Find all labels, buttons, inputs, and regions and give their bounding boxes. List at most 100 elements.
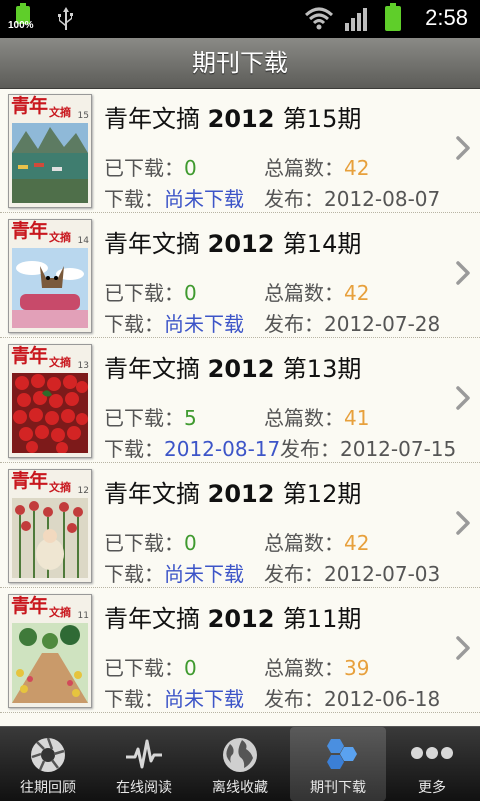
downloaded-value: 0	[184, 531, 197, 555]
issue-number: 第15期	[282, 105, 362, 133]
publish-date: 发布：2012-07-28	[264, 308, 440, 337]
cover-title: 青年	[11, 220, 48, 242]
tab-online-reading[interactable]: 在线阅读	[96, 727, 192, 801]
cover-artwork	[12, 623, 88, 703]
downloaded-count: 已下载：0	[104, 277, 197, 306]
cover-artwork	[12, 498, 88, 578]
issue-number: 第14期	[282, 230, 362, 258]
download-status-value[interactable]: 尚未下载	[164, 312, 244, 336]
downloaded-label: 已下载：	[104, 531, 184, 555]
issue-year: 2012	[207, 230, 283, 258]
magazine-name: 青年文摘	[104, 605, 200, 633]
download-status: 下载：2012-08-17	[104, 433, 280, 462]
tab-label: 期刊下载	[310, 780, 366, 796]
downloaded-count: 已下载：0	[104, 152, 197, 181]
downloaded-label: 已下载：	[104, 406, 184, 430]
download-status-value[interactable]: 尚未下载	[164, 562, 244, 586]
tab-issue-download[interactable]: 期刊下载	[290, 727, 386, 801]
magazine-name: 青年文摘	[104, 105, 200, 133]
download-status-value[interactable]: 尚未下载	[164, 187, 244, 211]
published-value: 2012-07-03	[324, 562, 441, 586]
total-label: 总篇数：	[264, 281, 344, 305]
published-value: 2012-07-15	[340, 437, 457, 461]
total-articles: 总篇数：42	[264, 277, 369, 306]
cover-issue-number: 12	[77, 486, 89, 496]
issue-row[interactable]: 青年 文摘 11 青年文摘 2012 第11期 已下载：0 总篇数：39 下载：…	[0, 589, 480, 713]
chevron-right-icon[interactable]	[454, 385, 472, 411]
download-status-value[interactable]: 尚未下载	[164, 687, 244, 711]
wifi-icon	[304, 7, 334, 30]
cover-subtitle: 文摘	[49, 481, 71, 494]
total-label: 总篇数：	[264, 531, 344, 555]
cover-subtitle: 文摘	[49, 231, 71, 244]
issue-year: 2012	[207, 355, 283, 383]
issue-row[interactable]: 青年 文摘 12 青年文摘 2012 第12期 已下载：0 总篇数：42 下载：…	[0, 464, 480, 588]
tab-offline-favorites[interactable]: 离线收藏	[192, 727, 288, 801]
magazine-name: 青年文摘	[104, 230, 200, 258]
issue-cover-image: 青年 文摘 11	[8, 594, 92, 708]
cover-issue-number: 11	[77, 611, 89, 621]
total-articles: 总篇数：41	[264, 402, 369, 431]
cover-subtitle: 文摘	[49, 356, 71, 369]
download-label: 下载：	[104, 312, 164, 336]
chevron-right-icon[interactable]	[454, 510, 472, 536]
published-value: 2012-07-28	[324, 312, 441, 336]
downloaded-label: 已下载：	[104, 156, 184, 180]
total-articles: 总篇数：42	[264, 152, 369, 181]
total-label: 总篇数：	[264, 156, 344, 180]
issue-row[interactable]: 青年 文摘 15 青年文摘 2012 第15期 已下载：0 总篇数：42 下载：…	[0, 89, 480, 213]
download-label: 下载：	[104, 437, 164, 461]
download-status: 下载：尚未下载	[104, 558, 244, 587]
chevron-right-icon[interactable]	[454, 635, 472, 661]
issue-cover-image: 青年 文摘 14	[8, 219, 92, 333]
issue-list: 青年 文摘 15 青年文摘 2012 第15期 已下载：0 总篇数：42 下载：…	[0, 89, 480, 725]
cover-artwork	[12, 248, 88, 328]
issue-title: 青年文摘 2012 第13期	[104, 349, 361, 384]
download-status: 下载：尚未下载	[104, 683, 244, 712]
tab-past-issues[interactable]: 往期回顾	[0, 727, 96, 801]
tab-label: 离线收藏	[212, 780, 268, 796]
cover-subtitle: 文摘	[49, 106, 71, 119]
hexagons-icon	[327, 739, 357, 769]
total-label: 总篇数：	[264, 406, 344, 430]
download-status: 下载：尚未下载	[104, 183, 244, 212]
total-articles: 总篇数：42	[264, 527, 369, 556]
issue-number: 第13期	[282, 355, 362, 383]
magazine-name: 青年文摘	[104, 355, 200, 383]
issue-cover-image: 青年 文摘 12	[8, 469, 92, 583]
published-label: 发布：	[280, 437, 340, 461]
total-value: 42	[344, 156, 370, 180]
cover-title: 青年	[11, 470, 48, 492]
pulse-icon	[126, 739, 162, 769]
signal-icon	[345, 8, 367, 31]
cover-title: 青年	[11, 345, 48, 367]
issue-title: 青年文摘 2012 第14期	[104, 224, 361, 259]
total-articles: 总篇数：39	[264, 652, 369, 681]
download-status-value[interactable]: 2012-08-17	[164, 437, 280, 461]
more-dots-icon	[411, 747, 453, 759]
cover-issue-number: 13	[77, 361, 89, 371]
status-bar: 100% 2:58	[0, 0, 480, 38]
issue-number: 第12期	[282, 480, 362, 508]
cover-title: 青年	[11, 595, 48, 617]
chevron-right-icon[interactable]	[454, 260, 472, 286]
tab-label: 在线阅读	[116, 780, 172, 796]
issue-row[interactable]: 青年 文摘 14 青年文摘 2012 第14期 已下载：0 总篇数：42 下载：…	[0, 214, 480, 338]
total-label: 总篇数：	[264, 656, 344, 680]
cover-subtitle: 文摘	[49, 606, 71, 619]
total-value: 42	[344, 281, 370, 305]
published-value: 2012-08-07	[324, 187, 441, 211]
chevron-right-icon[interactable]	[454, 135, 472, 161]
battery-percent: 100%	[8, 20, 34, 31]
issue-row[interactable]: 青年 文摘 13 青年文摘 2012 第13期 已下载：5 总篇数：41 下载：…	[0, 339, 480, 463]
downloaded-value: 0	[184, 656, 197, 680]
clock: 2:58	[425, 5, 468, 30]
downloaded-value: 0	[184, 281, 197, 305]
title-bar: 期刊下载	[0, 38, 480, 89]
tab-more[interactable]: 更多	[384, 727, 480, 801]
bottom-tab-bar: 往期回顾 在线阅读 离线收藏 期刊下载 更多	[0, 726, 480, 801]
downloaded-label: 已下载：	[104, 281, 184, 305]
issue-title: 青年文摘 2012 第15期	[104, 99, 361, 134]
issue-cover-image: 青年 文摘 13	[8, 344, 92, 458]
aperture-icon	[31, 737, 65, 772]
